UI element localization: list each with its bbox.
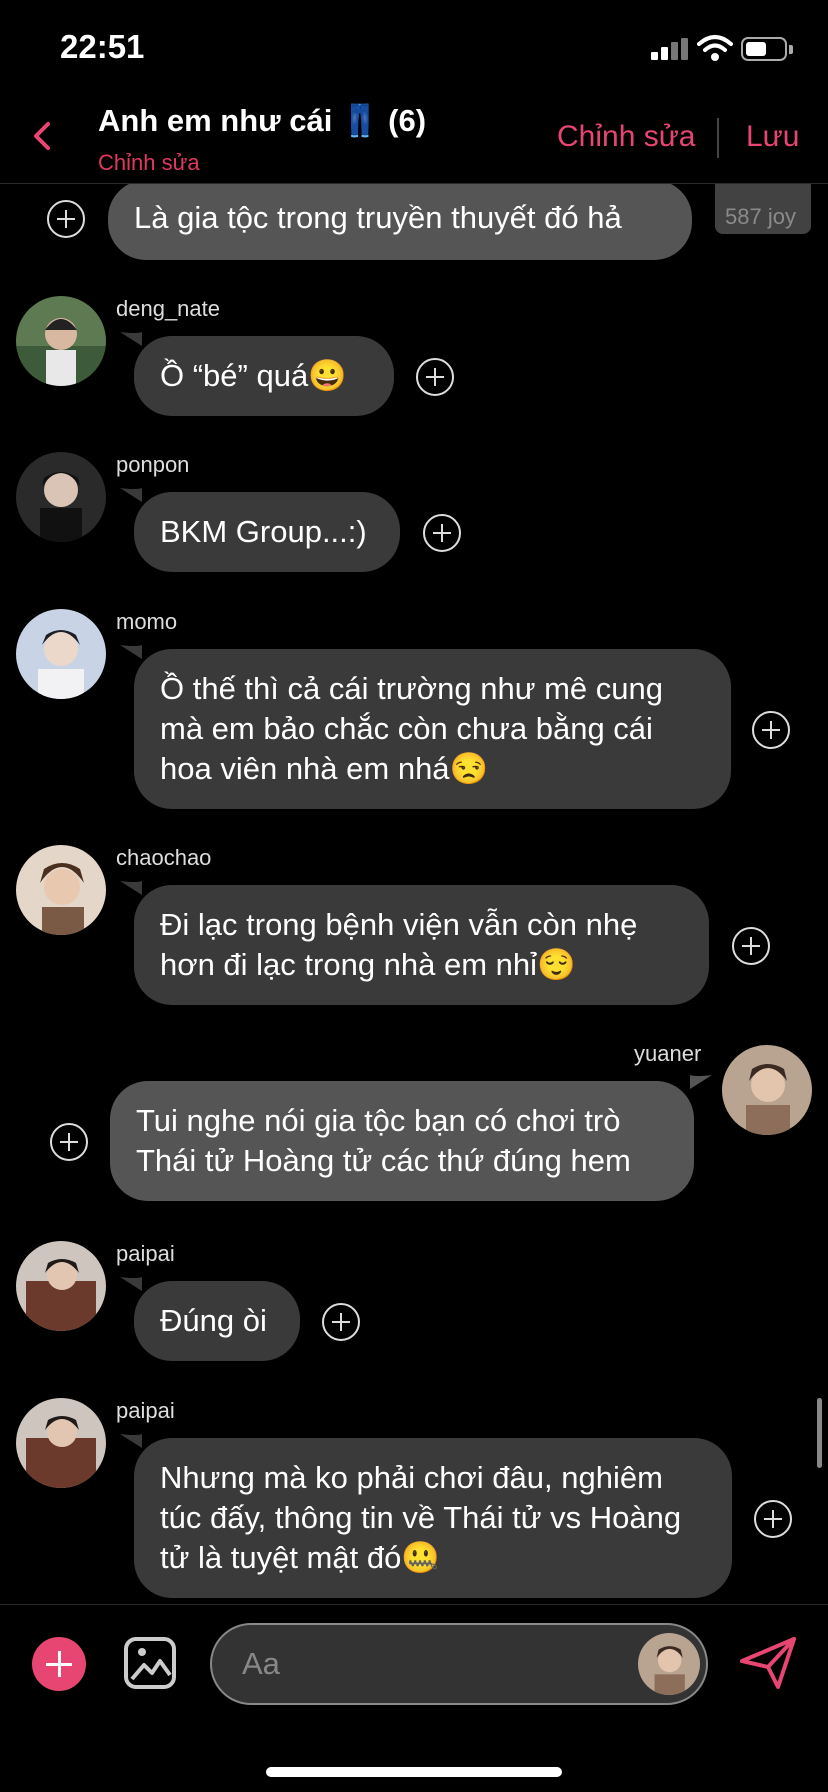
save-button[interactable]: Lưu: [746, 120, 799, 154]
status-time: 22:51: [60, 28, 145, 65]
signal-icon: [651, 38, 689, 60]
sender-name: paipai: [116, 1398, 175, 1423]
add-reaction-icon[interactable]: [50, 1123, 88, 1161]
sender-name: momo: [116, 609, 178, 634]
wifi-icon: [697, 35, 733, 61]
sender-name: yuaner: [634, 1041, 702, 1066]
sender-name: ponpon: [116, 452, 190, 477]
message-text: Ồ thế thì cả cái trường như mê cung mà e…: [160, 671, 663, 786]
plus-icon[interactable]: [32, 1637, 86, 1691]
message-text: Đi lạc trong bệnh viện vẫn còn nhẹ hơn đ…: [160, 907, 638, 982]
chat-title[interactable]: Anh em như cái 👖 (6): [98, 102, 426, 139]
battery-icon: [741, 37, 787, 61]
avatar[interactable]: [16, 845, 106, 935]
message-bubble[interactable]: Là gia tộc trong truyền thuyết đó hả: [108, 184, 692, 260]
avatar[interactable]: [16, 609, 106, 699]
message-input[interactable]: [240, 1643, 584, 1685]
bubble-tail: [120, 1277, 142, 1291]
chat-header: Anh em như cái 👖 (6) Chỉnh sửa Chỉnh sửa…: [0, 96, 828, 184]
seen-text: 587 joy: [725, 204, 796, 229]
message-input-wrapper[interactable]: [210, 1623, 708, 1705]
add-reaction-icon[interactable]: [754, 1500, 792, 1538]
send-icon[interactable]: [738, 1635, 798, 1691]
avatar[interactable]: [16, 296, 106, 386]
message-bubble[interactable]: Đi lạc trong bệnh viện vẫn còn nhẹ hơn đ…: [134, 885, 709, 1005]
message-bubble[interactable]: Nhưng mà ko phải chơi đâu, nghiêm túc đấ…: [134, 1438, 732, 1598]
message-bubble[interactable]: BKM Group...:): [134, 492, 400, 572]
add-reaction-icon[interactable]: [732, 927, 770, 965]
bubble-tail: [120, 645, 142, 659]
message-text: Ồ “bé” quá😀: [160, 358, 347, 393]
sender-name: chaochao: [116, 845, 212, 870]
composer-bar: [0, 1604, 828, 1792]
bubble-tail: [120, 881, 142, 895]
message-bubble[interactable]: Ồ “bé” quá😀: [134, 336, 394, 416]
bubble-tail: [690, 1075, 712, 1089]
bubble-tail: [120, 1434, 142, 1448]
message-list[interactable]: Là gia tộc trong truyền thuyết đó hả 587…: [0, 184, 828, 1604]
header-divider: [717, 118, 719, 158]
status-bar: 22:51: [0, 0, 828, 96]
message-text: Đúng òi: [160, 1303, 267, 1338]
home-indicator: [266, 1767, 562, 1777]
battery-tip: [789, 45, 793, 54]
seen-indicator: 587 joy: [715, 184, 811, 234]
avatar[interactable]: [16, 1398, 106, 1488]
message-bubble[interactable]: Đúng òi: [134, 1281, 300, 1361]
image-icon[interactable]: [122, 1635, 178, 1691]
back-chevron-icon[interactable]: [28, 116, 58, 156]
scrollbar[interactable]: [817, 1398, 822, 1468]
avatar[interactable]: [722, 1045, 812, 1135]
avatar[interactable]: [638, 1633, 700, 1695]
avatar[interactable]: [16, 452, 106, 542]
add-reaction-icon[interactable]: [752, 711, 790, 749]
add-reaction-icon[interactable]: [322, 1303, 360, 1341]
add-reaction-icon[interactable]: [423, 514, 461, 552]
message-text: Tui nghe nói gia tộc bạn có chơi trò Thá…: [136, 1103, 631, 1178]
chat-subtitle: Chỉnh sửa: [98, 150, 200, 175]
sender-name: paipai: [116, 1241, 175, 1266]
edit-button[interactable]: Chỉnh sửa: [557, 120, 696, 154]
sender-name: deng_nate: [116, 296, 220, 321]
message-text: BKM Group...:): [160, 514, 367, 549]
message-text: Nhưng mà ko phải chơi đâu, nghiêm túc đấ…: [160, 1460, 682, 1575]
avatar[interactable]: [16, 1241, 106, 1331]
message-bubble[interactable]: Ồ thế thì cả cái trường như mê cung mà e…: [134, 649, 731, 809]
add-reaction-icon[interactable]: [47, 200, 85, 238]
bubble-tail: [120, 488, 142, 502]
message-bubble[interactable]: Tui nghe nói gia tộc bạn có chơi trò Thá…: [110, 1081, 694, 1201]
bubble-tail: [120, 332, 142, 346]
add-reaction-icon[interactable]: [416, 358, 454, 396]
message-text: Là gia tộc trong truyền thuyết đó hả: [134, 200, 622, 235]
